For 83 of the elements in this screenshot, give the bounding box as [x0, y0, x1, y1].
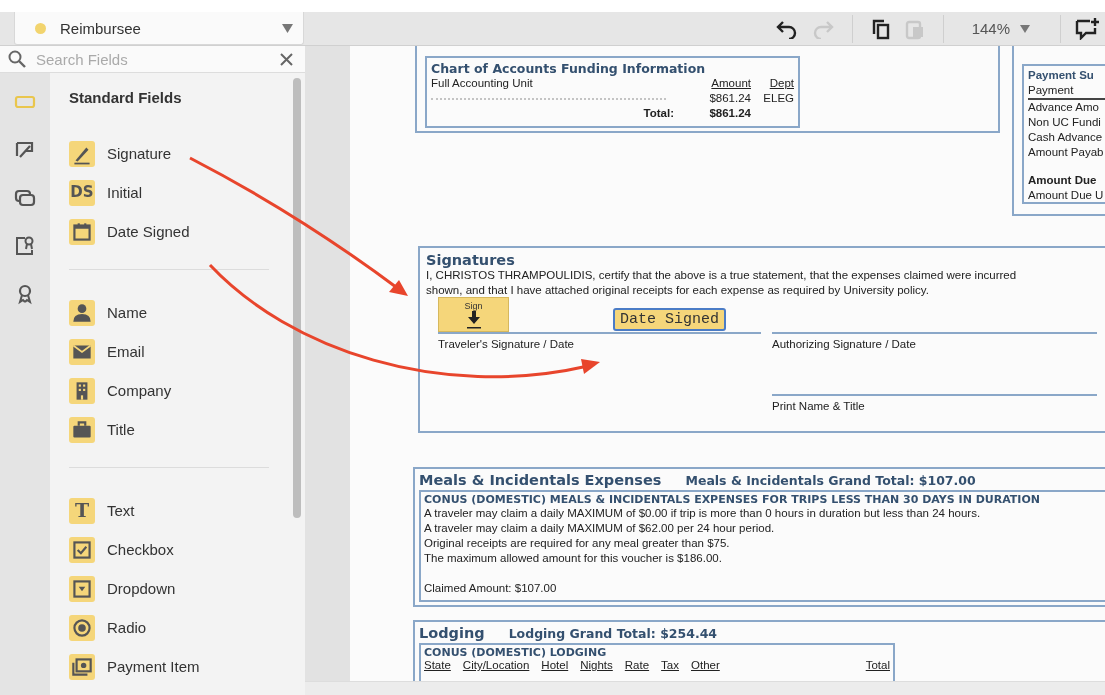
- field-item[interactable]: Signature: [69, 134, 269, 173]
- caret-icon: [282, 23, 293, 33]
- table-cell: Amount Due U: [1028, 188, 1105, 203]
- field-item[interactable]: Dropdown: [69, 569, 269, 608]
- copy-icon[interactable]: [870, 17, 891, 40]
- column-header: Other: [691, 659, 720, 671]
- field-item[interactable]: Checkbox: [69, 530, 269, 569]
- role-dropdown[interactable]: Reimbursee: [14, 12, 304, 45]
- calendar-icon: [69, 218, 95, 245]
- initials-icon: DS: [69, 179, 95, 206]
- rule-text: The maximum allowed amount for this voucher is $186.00.: [424, 551, 723, 566]
- certificate-icon[interactable]: [14, 235, 36, 257]
- radio-icon: [69, 614, 95, 641]
- table-title: CONUS (DOMESTIC) LODGING: [424, 646, 608, 659]
- signature-label: Print Name & Title: [772, 400, 866, 412]
- cards-icon[interactable]: [14, 187, 36, 209]
- undo-icon[interactable]: [775, 18, 798, 39]
- person-icon: [69, 299, 95, 326]
- column-header: Rate: [624, 659, 650, 671]
- field-item[interactable]: Title: [69, 410, 269, 449]
- checkbox-icon: [69, 536, 95, 563]
- column-header: Amount: [710, 76, 751, 91]
- total-value: $861.24: [708, 106, 751, 121]
- table-cell-text: Cash Advance: [1028, 130, 1104, 145]
- rule-text: A traveler may claim a daily MAXIMUM of $62.00 per 24 hour period.: [424, 521, 776, 536]
- column-header: Hotel: [541, 659, 569, 671]
- date-signed-field[interactable]: Date Signed: [613, 308, 727, 331]
- table-cell-text: Full Accounting Unit: [431, 76, 534, 91]
- table-cell-text: ELEG: [762, 91, 794, 106]
- table-cell: Amount Payab: [1028, 145, 1105, 160]
- section-heading: Signatures: [426, 252, 516, 268]
- signature-label: Authorizing Signature / Date: [772, 338, 917, 350]
- caret-icon: [1020, 24, 1030, 33]
- section-title: Standard Fields: [69, 89, 183, 106]
- rule-text: A traveler may claim a daily MAXIMUM of $0.00 if trip is more than 0 hours in duration but less than 24 hours.: [424, 506, 982, 521]
- column-header: Tax: [661, 659, 679, 671]
- table-title: Chart of Accounts Funding Information: [431, 61, 707, 76]
- statement-text: I, CHRISTOS THRAMPOULIDIS, certify that the above is a true statement, that the expenses claimed were incurred: [426, 268, 1018, 283]
- search-icon: [8, 50, 26, 68]
- grand-total: Meals & Incidentals Grand Total: $107.00: [685, 473, 976, 488]
- column-header: Total: [865, 659, 890, 671]
- column-header: Dept: [768, 76, 794, 91]
- field-item[interactable]: T Text: [69, 491, 269, 530]
- column-header: City/Location: [462, 659, 530, 671]
- table-title: Payment Su: [1028, 68, 1095, 83]
- table-cell-text: $861.24: [708, 91, 751, 106]
- table-cell-text: Advance Amo: [1028, 100, 1100, 115]
- text-icon: T: [69, 497, 95, 524]
- field-item[interactable]: Company: [69, 371, 269, 410]
- dropdown-icon: [69, 575, 95, 602]
- pen-icon: [69, 140, 95, 167]
- column-header: State: [424, 659, 451, 671]
- field-item[interactable]: Payment Item: [69, 647, 269, 686]
- grand-total: Lodging Grand Total: $254.44: [508, 626, 718, 641]
- rule-text: Original receipts are required for any meal greater than $75.: [424, 536, 731, 551]
- close-icon[interactable]: [280, 52, 293, 66]
- search-field[interactable]: Search Fields: [34, 49, 272, 69]
- statement-text: shown, and that I have attached original receipts for each expense as required by University policy.: [426, 283, 930, 298]
- scrollbar-thumb[interactable]: [293, 78, 301, 518]
- payment-icon: [69, 653, 95, 680]
- table-cell-text: Non UC Fundi: [1028, 115, 1102, 130]
- section-heading: Meals & Incidentals Expenses: [419, 472, 662, 488]
- section-heading: Lodging: [419, 625, 485, 641]
- field-item[interactable]: Date Signed: [69, 212, 269, 251]
- zoom-dropdown[interactable]: 144%: [942, 14, 1061, 43]
- claimed-amount: Claimed Amount: $107.00: [424, 581, 558, 596]
- column-header: Nights: [580, 659, 613, 671]
- briefcase-icon: [69, 416, 95, 443]
- column-header: Payment: [1028, 83, 1105, 100]
- arrow-down-icon: [466, 311, 481, 329]
- table-title: CONUS (DOMESTIC) MEALS & INCIDENTALS EXPENSES FOR TRIPS LESS THAN 30 DAYS IN DURATION: [424, 493, 1042, 506]
- field-item[interactable]: Name: [69, 293, 269, 332]
- total-label: Total:: [642, 106, 674, 121]
- building-icon: [69, 377, 95, 404]
- table-title: Amount Due: [1028, 173, 1098, 188]
- envelope-icon: [69, 338, 95, 365]
- sign-field[interactable]: Sign: [438, 297, 509, 332]
- field-item[interactable]: Email: [69, 332, 269, 371]
- field-item[interactable]: DS Initial: [69, 173, 269, 212]
- signature-label: Traveler's Signature / Date: [438, 338, 575, 350]
- field-item[interactable]: Radio: [69, 608, 269, 647]
- search-bar[interactable]: Search Fields: [0, 46, 305, 73]
- add-comment-icon[interactable]: [1075, 17, 1099, 40]
